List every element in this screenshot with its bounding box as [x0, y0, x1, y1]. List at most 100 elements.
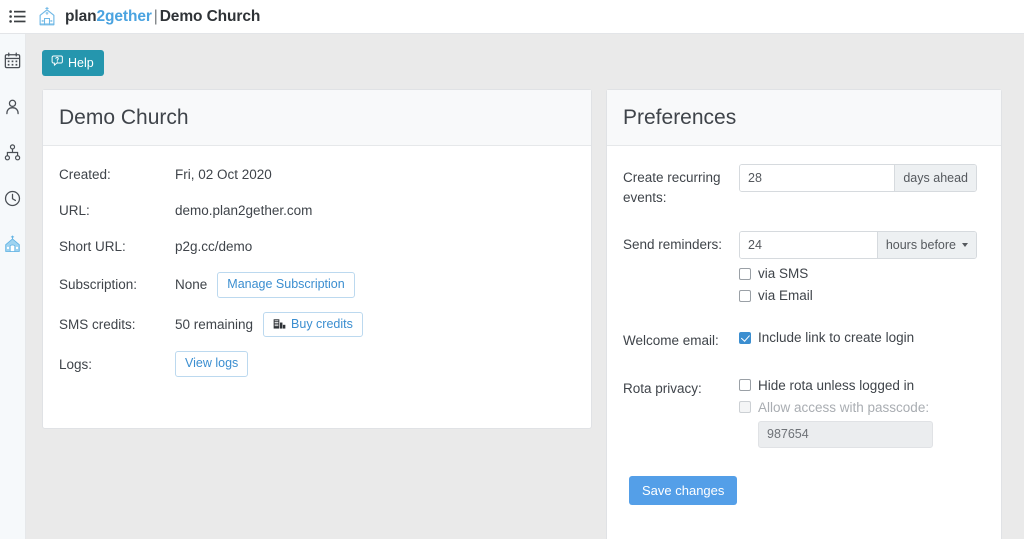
via-sms-label: via SMS — [758, 266, 809, 282]
clock-icon — [4, 190, 21, 212]
recurring-events-input[interactable] — [740, 165, 895, 191]
send-reminders-input-group: hours before — [739, 231, 977, 260]
info-row-subscription: Subscription: None Manage Subscription — [59, 272, 575, 298]
rota-privacy-label: Rota privacy: — [623, 380, 702, 396]
pref-row-rota-privacy: Rota privacy: Hide rota unless logged in… — [623, 375, 985, 448]
manage-subscription-label: Manage Subscription — [227, 277, 345, 291]
logs-value-group: View logs — [175, 351, 249, 377]
rota-privacy-field: Hide rota unless logged in Allow access … — [739, 375, 985, 448]
created-label: Created: — [59, 166, 111, 182]
url-value: demo.plan2gether.com — [175, 202, 313, 218]
page-title: Demo Church — [59, 105, 189, 129]
church-card-header: Demo Church — [43, 90, 591, 146]
recurring-events-field: days ahead — [739, 164, 985, 207]
reminders-unit-dropdown[interactable]: hours before — [876, 232, 976, 259]
calendar-icon — [4, 52, 21, 74]
chevron-down-icon — [962, 243, 968, 248]
passcode-input — [758, 420, 933, 448]
checkbox-allow-passcode: Allow access with passcode: — [739, 400, 985, 415]
view-logs-label: View logs — [185, 356, 239, 371]
church-icon — [3, 235, 22, 259]
save-changes-label: Save changes — [642, 482, 725, 498]
welcome-email-field: Include link to create login — [739, 327, 985, 351]
welcome-email-label: Welcome email: — [623, 333, 719, 349]
recurring-events-label: Create recurring events: — [623, 170, 721, 205]
short-url-label: Short URL: — [59, 238, 126, 254]
brand-separator: | — [153, 7, 158, 25]
hide-rota-label: Hide rota unless logged in — [758, 377, 915, 393]
help-button[interactable]: Help — [42, 50, 104, 76]
via-sms-checkbox[interactable] — [739, 267, 751, 280]
subscription-value-group: None Manage Subscription — [175, 272, 355, 298]
allow-passcode-label: Allow access with passcode: — [758, 399, 930, 415]
send-reminders-input[interactable] — [740, 232, 877, 259]
brand-link[interactable]: plan2gether | Demo Church — [36, 6, 260, 28]
url-label: URL: — [59, 202, 90, 218]
recurring-events-addon: days ahead — [894, 165, 976, 191]
brand-subtitle: Demo Church — [159, 7, 261, 25]
money-stack-icon — [273, 318, 286, 330]
brand-title: plan2gether | Demo Church — [65, 8, 260, 26]
hamburger-menu-icon[interactable] — [4, 4, 30, 30]
info-row-created: Created: Fri, 02 Oct 2020 — [59, 164, 575, 184]
info-row-url: URL: demo.plan2gether.com — [59, 200, 575, 220]
preferences-card-body: Create recurring events: days ahead Send… — [607, 146, 1001, 515]
app-root: plan2gether | Demo Church Help Demo Chur… — [0, 0, 1024, 539]
manage-subscription-button[interactable]: Manage Subscription — [217, 272, 355, 298]
send-reminders-field: hours before via SMS via Email — [739, 231, 985, 303]
sidebar-item-calendar[interactable] — [2, 52, 24, 74]
via-email-label: via Email — [758, 288, 813, 304]
checkbox-via-sms[interactable]: via SMS — [739, 266, 985, 281]
short-url-value: p2g.cc/demo — [175, 238, 253, 254]
church-logo-icon — [36, 6, 58, 28]
buy-credits-button[interactable]: Buy credits — [263, 311, 363, 338]
checkbox-via-email[interactable]: via Email — [739, 288, 985, 303]
include-login-link-checkbox[interactable] — [739, 331, 751, 344]
pref-row-send-reminders: Send reminders: hours before via SMS — [623, 231, 985, 303]
pref-row-recurring-events: Create recurring events: days ahead — [623, 164, 985, 207]
allow-passcode-checkbox — [739, 401, 751, 414]
hide-rota-checkbox[interactable] — [739, 379, 751, 392]
via-email-checkbox[interactable] — [739, 289, 751, 302]
brand-accent: 2 — [96, 7, 105, 25]
brand-part1: plan — [65, 7, 97, 25]
recurring-events-input-group: days ahead — [739, 164, 977, 192]
help-bubble-icon — [50, 55, 63, 71]
sms-credits-label: SMS credits: — [59, 316, 136, 332]
send-reminders-label: Send reminders: — [623, 237, 723, 253]
sidebar-item-person[interactable] — [2, 98, 24, 120]
person-icon — [4, 98, 21, 120]
church-card-body: Created: Fri, 02 Oct 2020 URL: demo.plan… — [43, 146, 591, 403]
view-logs-button[interactable]: View logs — [175, 351, 249, 377]
info-row-short-url: Short URL: p2g.cc/demo — [59, 236, 575, 256]
preferences-card: Preferences Create recurring events: day… — [606, 89, 1002, 539]
checkbox-include-login-link[interactable]: Include link to create login — [739, 330, 985, 345]
info-row-sms-credits: SMS credits: 50 remaining Buy credits — [59, 311, 575, 338]
sitemap-icon — [4, 144, 21, 166]
logs-label: Logs: — [59, 356, 93, 372]
main-content: Help Demo Church Created: Fri, 02 Oct 20… — [26, 34, 1024, 539]
checkbox-hide-rota[interactable]: Hide rota unless logged in — [739, 378, 985, 393]
buy-credits-label: Buy credits — [291, 316, 353, 331]
sidebar-item-sitemap[interactable] — [2, 144, 24, 166]
top-bar: plan2gether | Demo Church — [0, 0, 1024, 34]
save-changes-button[interactable]: Save changes — [629, 475, 738, 505]
reminders-unit-label: hours before — [885, 238, 956, 253]
created-value: Fri, 02 Oct 2020 — [175, 166, 272, 182]
church-info-card: Demo Church Created: Fri, 02 Oct 2020 UR… — [42, 89, 592, 429]
info-row-logs: Logs: View logs — [59, 351, 575, 377]
pref-row-welcome-email: Welcome email: Include link to create lo… — [623, 327, 985, 351]
sidebar-rail — [0, 34, 26, 539]
sidebar-item-church[interactable] — [2, 235, 24, 259]
help-button-label: Help — [68, 56, 94, 70]
sidebar-item-clock[interactable] — [2, 190, 24, 212]
brand-part2: gether — [105, 7, 152, 25]
preferences-card-header: Preferences — [607, 90, 1001, 146]
include-login-link-label: Include link to create login — [758, 330, 915, 346]
subscription-value: None — [175, 277, 208, 293]
preferences-title: Preferences — [623, 105, 737, 129]
subscription-label: Subscription: — [59, 277, 138, 293]
